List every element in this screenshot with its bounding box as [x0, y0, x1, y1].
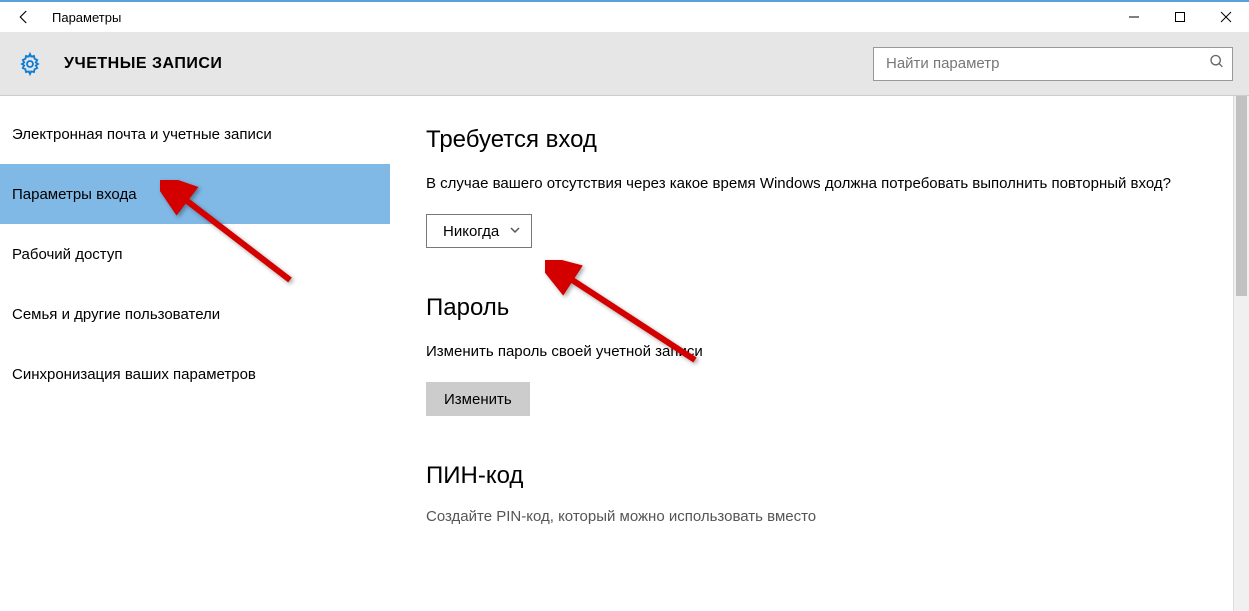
window-controls: [1111, 1, 1249, 33]
button-label: Изменить: [444, 391, 512, 408]
change-password-button[interactable]: Изменить: [426, 382, 530, 416]
section-title-pin: ПИН-код: [426, 462, 1213, 490]
chevron-down-icon: [509, 223, 521, 240]
sidebar-item-sync-settings[interactable]: Синхронизация ваших параметров: [0, 344, 390, 404]
sidebar-item-email-accounts[interactable]: Электронная почта и учетные записи: [0, 104, 390, 164]
minimize-button[interactable]: [1111, 1, 1157, 33]
sidebar: Электронная почта и учетные записи Парам…: [0, 96, 390, 611]
sidebar-item-label: Электронная почта и учетные записи: [12, 126, 272, 143]
sidebar-item-family-users[interactable]: Семья и другие пользователи: [0, 284, 390, 344]
sidebar-item-work-access[interactable]: Рабочий доступ: [0, 224, 390, 284]
page-title: УЧЕТНЫЕ ЗАПИСИ: [64, 55, 222, 73]
sidebar-item-label: Рабочий доступ: [12, 246, 122, 263]
gear-icon: [16, 50, 44, 78]
dropdown-value: Никогда: [443, 223, 499, 240]
sidebar-item-label: Синхронизация ваших параметров: [12, 366, 256, 383]
section-title-signin-required: Требуется вход: [426, 126, 1213, 154]
search-wrap: [873, 47, 1233, 81]
search-input[interactable]: [873, 47, 1233, 81]
scrollbar-thumb[interactable]: [1236, 96, 1247, 296]
sidebar-item-label: Семья и другие пользователи: [12, 306, 220, 323]
window-title: Параметры: [52, 10, 121, 25]
section-title-password: Пароль: [426, 294, 1213, 322]
close-button[interactable]: [1203, 1, 1249, 33]
scrollbar[interactable]: [1233, 96, 1249, 611]
header: УЧЕТНЫЕ ЗАПИСИ: [0, 32, 1249, 96]
sidebar-item-label: Параметры входа: [12, 186, 137, 203]
content: Требуется вход В случае вашего отсутстви…: [390, 96, 1249, 611]
section-desc-pin: Создайте PIN-код, который можно использо…: [426, 508, 1213, 525]
section-desc-password: Изменить пароль своей учетной записи: [426, 340, 1186, 364]
back-button[interactable]: [0, 2, 48, 32]
maximize-button[interactable]: [1157, 1, 1203, 33]
sidebar-item-signin-options[interactable]: Параметры входа: [0, 164, 390, 224]
titlebar: Параметры: [0, 0, 1249, 32]
section-desc-signin-required: В случае вашего отсутствия через какое в…: [426, 172, 1186, 196]
signin-timeout-dropdown[interactable]: Никогда: [426, 214, 532, 248]
